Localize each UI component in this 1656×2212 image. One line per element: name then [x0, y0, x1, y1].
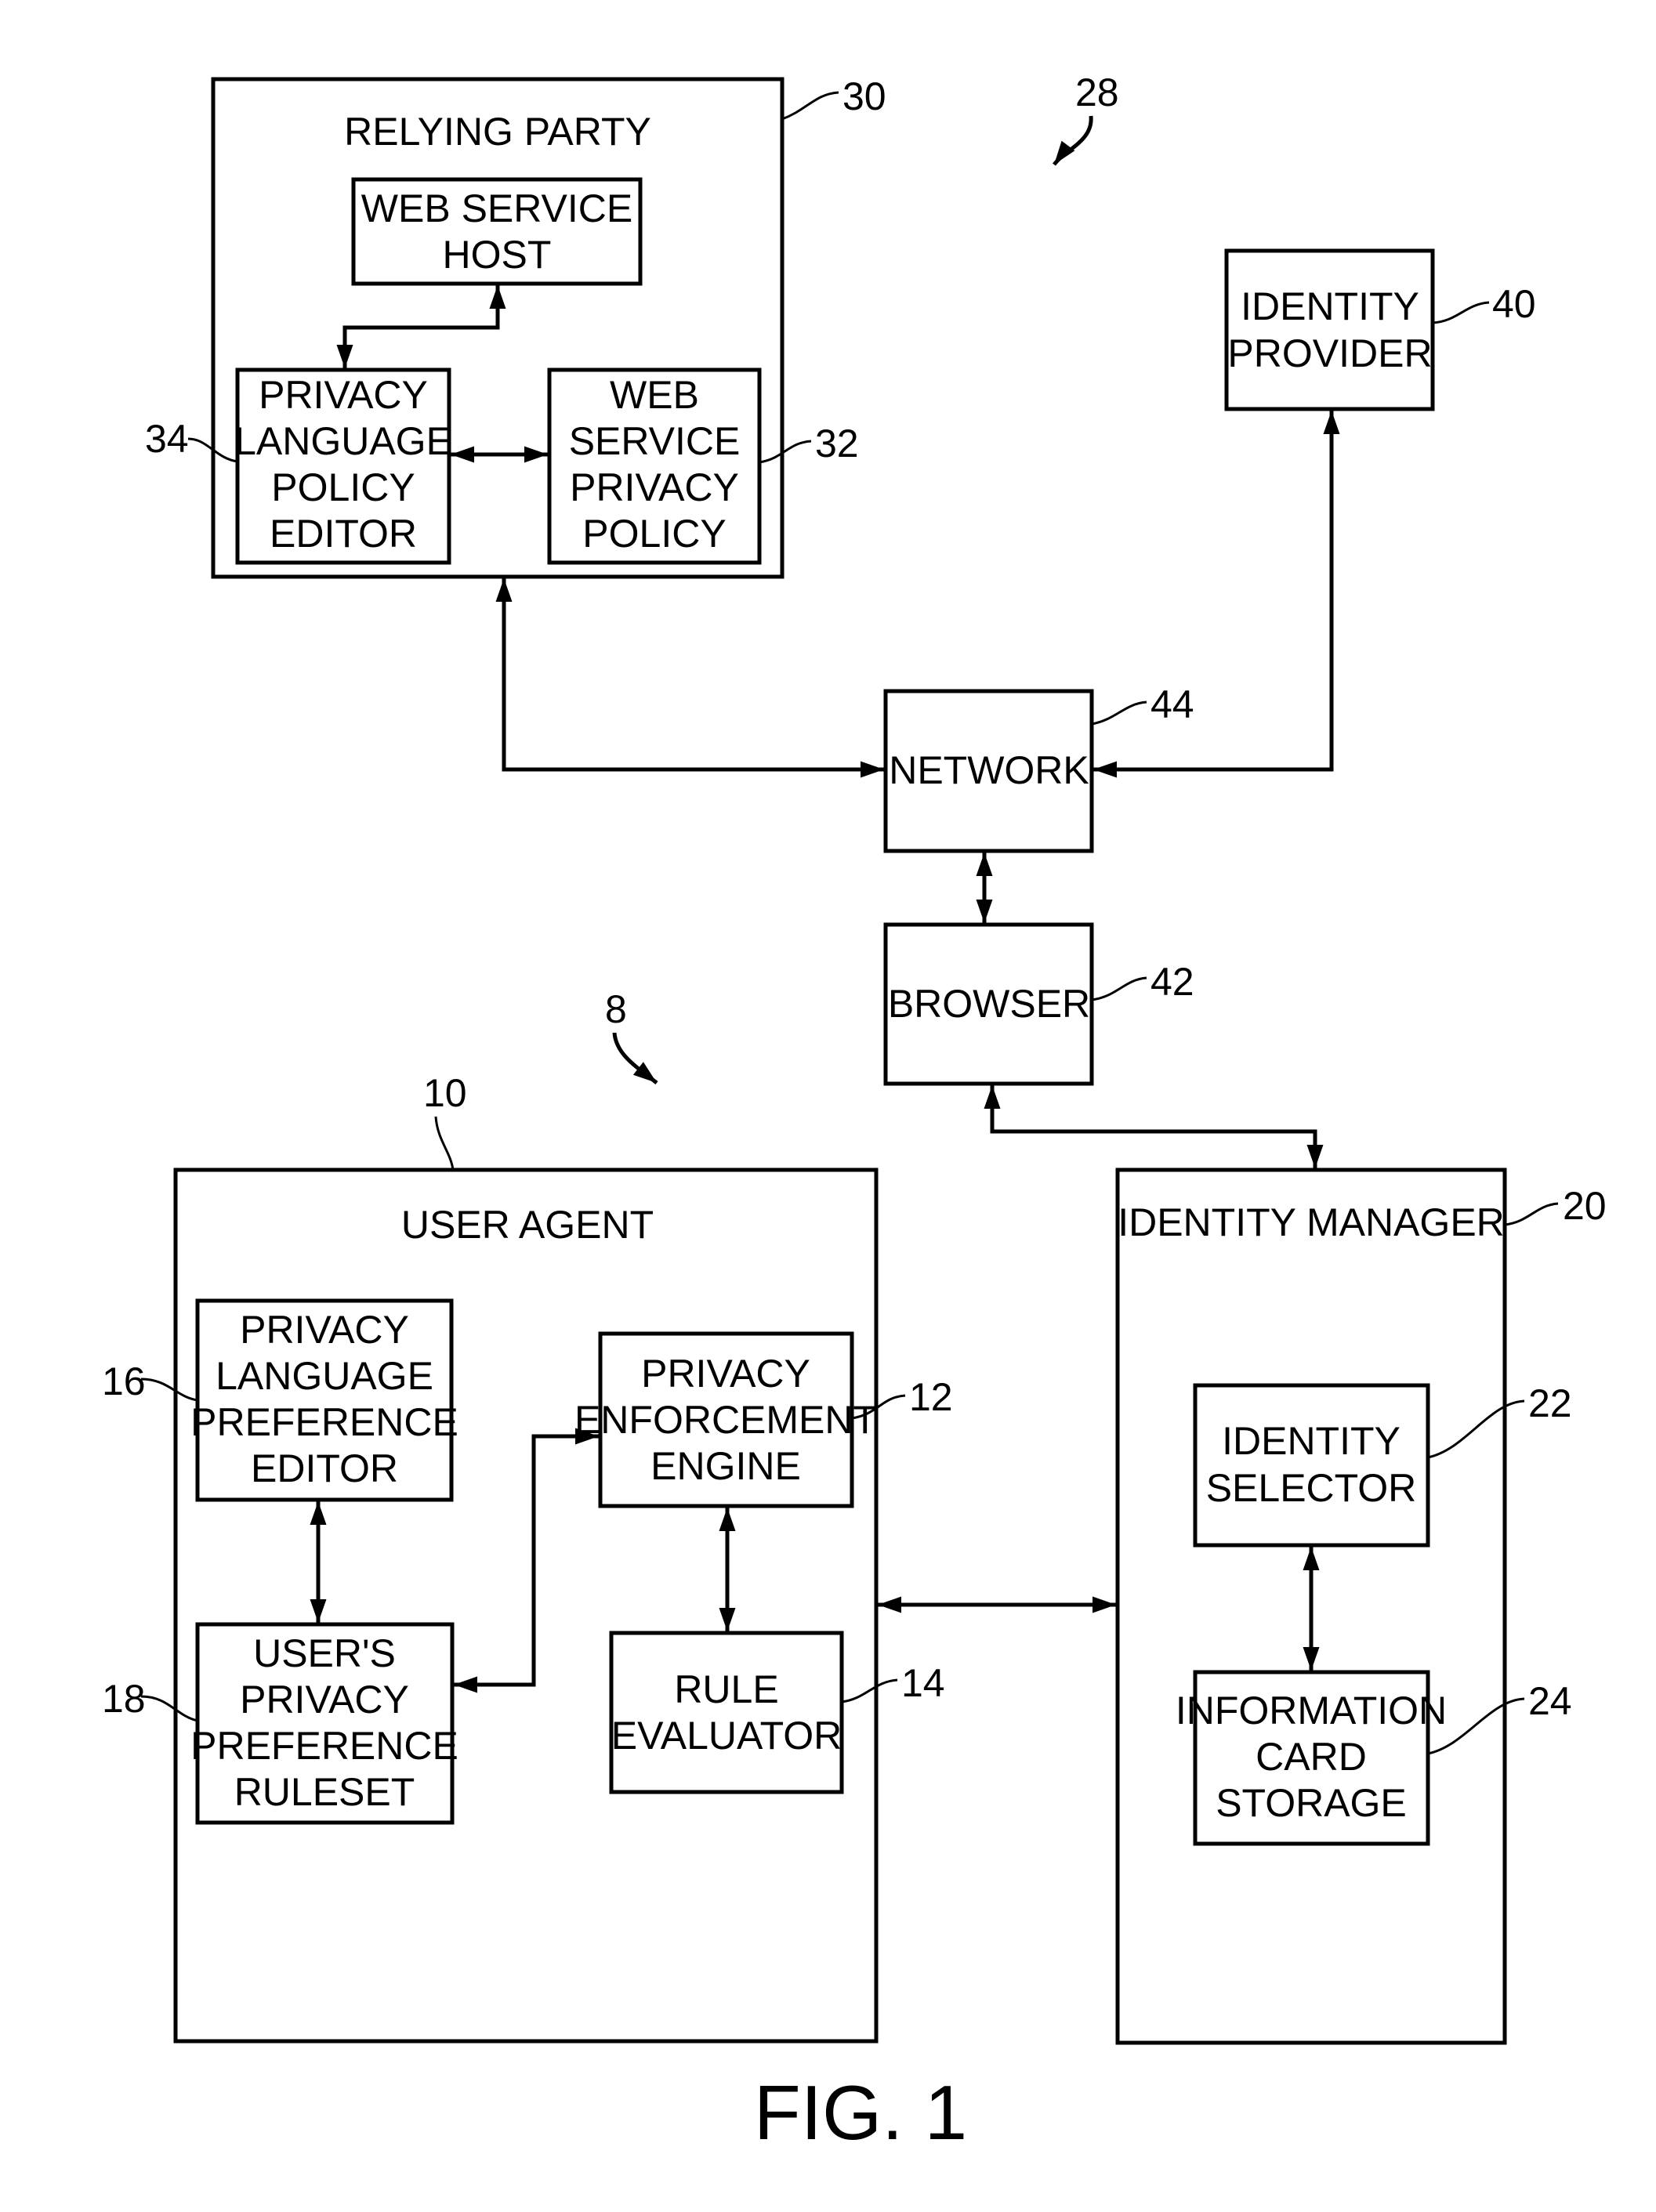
- privacy-language-policy-editor-block: PRIVACY LANGUAGE POLICY EDITOR: [234, 367, 452, 565]
- ref-44: 44: [1151, 682, 1194, 726]
- ref-22: 22: [1528, 1381, 1572, 1425]
- relying-party-network-arrow: [495, 578, 884, 778]
- identity-selector-line: SELECTOR: [1206, 1466, 1417, 1510]
- information-card-storage-block: INFORMATION CARD STORAGE: [1176, 1670, 1447, 1846]
- privacy-enforcement-engine-block: PRIVACY ENFORCEMENT ENGINE: [574, 1331, 877, 1508]
- ref-18: 18: [102, 1677, 146, 1721]
- ref-40-leader: [1432, 301, 1490, 324]
- browser-identity-manager-arrow: [984, 1085, 1324, 1168]
- ref-12: 12: [909, 1375, 953, 1419]
- card-storage-line: STORAGE: [1216, 1781, 1407, 1825]
- ref-30-leader: [781, 91, 839, 121]
- policy-editor-line: POLICY: [271, 465, 415, 509]
- ruleset-line: USER'S: [253, 1631, 396, 1675]
- ref-42-leader: [1091, 976, 1147, 1001]
- policy-editor-line: EDITOR: [270, 512, 417, 556]
- ref-34: 34: [145, 417, 189, 461]
- ref-40: 40: [1492, 282, 1536, 326]
- rule-evaluator-block: RULE EVALUATOR: [609, 1631, 844, 1794]
- web-service-host-line: WEB SERVICE: [361, 186, 632, 230]
- ref-10-leader: [434, 1116, 455, 1171]
- browser-block: BROWSER: [883, 922, 1094, 1086]
- card-storage-line: INFORMATION: [1176, 1689, 1447, 1732]
- ref-8-arrow: [612, 1032, 658, 1084]
- ruleset-line: RULESET: [234, 1770, 415, 1814]
- ruleset-line: PREFERENCE: [190, 1724, 458, 1768]
- ref-28-arrow: [1053, 115, 1093, 166]
- ref-20: 20: [1563, 1184, 1607, 1228]
- rule-evaluator-line: EVALUATOR: [611, 1714, 842, 1758]
- policy-editor-line: LANGUAGE: [234, 419, 452, 463]
- ref-20-leader: [1504, 1202, 1559, 1226]
- privacy-policy-line: SERVICE: [569, 419, 741, 463]
- network-label: NETWORK: [889, 748, 1089, 792]
- ref-44-leader: [1091, 701, 1147, 726]
- privacy-policy-line: PRIVACY: [570, 465, 739, 509]
- ref-30: 30: [842, 74, 886, 118]
- policy-editor-line: PRIVACY: [259, 373, 428, 417]
- preference-editor-line: PRIVACY: [240, 1308, 409, 1352]
- enforcement-engine-line: ENGINE: [650, 1444, 801, 1488]
- identity-provider-block: IDENTITY PROVIDER: [1224, 248, 1435, 411]
- network-block: NETWORK: [883, 689, 1094, 853]
- preference-editor-line: PREFERENCE: [190, 1400, 458, 1444]
- web-service-privacy-policy-block: WEB SERVICE PRIVACY POLICY: [547, 367, 762, 565]
- identity-provider-line: IDENTITY: [1241, 284, 1419, 328]
- users-privacy-preference-ruleset-block: USER'S PRIVACY PREFERENCE RULESET: [190, 1622, 458, 1825]
- user-agent-title: USER AGENT: [401, 1203, 654, 1247]
- preference-editor-line: LANGUAGE: [216, 1354, 433, 1398]
- privacy-policy-line: WEB: [610, 373, 699, 417]
- identity-provider-line: PROVIDER: [1227, 331, 1432, 375]
- ref-16: 16: [102, 1359, 146, 1403]
- identity-selector-line: IDENTITY: [1222, 1419, 1401, 1463]
- privacy-language-preference-editor-block: PRIVACY LANGUAGE PREFERENCE EDITOR: [190, 1298, 458, 1502]
- ref-8: 8: [605, 987, 627, 1031]
- figure-caption: FIG. 1: [754, 2069, 967, 2156]
- rule-evaluator-line: RULE: [674, 1667, 778, 1711]
- ref-32: 32: [815, 422, 859, 465]
- privacy-policy-line: POLICY: [582, 512, 726, 556]
- card-storage-line: CARD: [1256, 1735, 1367, 1779]
- identity-provider-frame: [1224, 248, 1435, 411]
- ref-14: 14: [901, 1661, 945, 1705]
- ref-24: 24: [1528, 1679, 1572, 1723]
- enforcement-engine-line: ENFORCEMENT: [574, 1398, 877, 1442]
- enforcement-engine-line: PRIVACY: [641, 1352, 810, 1396]
- web-service-host-line: HOST: [443, 233, 552, 277]
- web-service-host-block: WEB SERVICE HOST: [351, 177, 643, 286]
- relying-party-title: RELYING PARTY: [344, 110, 651, 154]
- ref-42: 42: [1151, 960, 1194, 1004]
- ref-28: 28: [1075, 71, 1119, 114]
- preference-editor-line: EDITOR: [251, 1446, 398, 1490]
- rule-evaluator-frame: [609, 1631, 844, 1794]
- identity-selector-frame: [1193, 1383, 1430, 1548]
- ref-10: 10: [423, 1071, 467, 1115]
- identity-selector-block: IDENTITY SELECTOR: [1193, 1383, 1430, 1548]
- identity-manager-title: IDENTITY MANAGER: [1118, 1200, 1505, 1244]
- ruleset-line: PRIVACY: [240, 1678, 409, 1721]
- network-identity-provider-arrow: [1093, 411, 1340, 778]
- figure-canvas: RELYING PARTY WEB SERVICE HOST PRIVACY L…: [102, 71, 1607, 2156]
- browser-label: BROWSER: [888, 982, 1090, 1026]
